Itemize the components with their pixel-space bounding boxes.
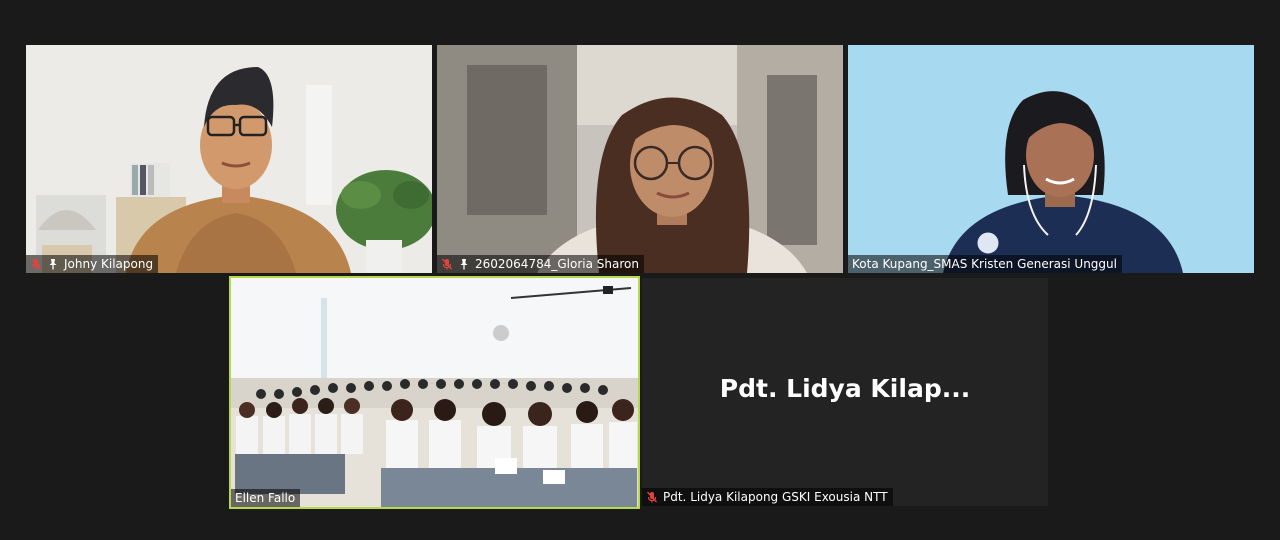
video-feed: [26, 45, 432, 273]
participant-name: Pdt. Lidya Kilapong GSKI Exousia NTT: [663, 490, 888, 504]
pin-icon: [47, 258, 59, 270]
video-feed: [848, 45, 1254, 273]
participant-name: Ellen Fallo: [235, 491, 296, 505]
participant-name-tag: Johny Kilapong: [26, 255, 159, 273]
video-feed: [231, 278, 638, 507]
video-feed: [437, 45, 843, 273]
video-tile-ellen-fallo-active-speaker[interactable]: Ellen Fallo: [229, 276, 640, 509]
participant-display-name: Pdt. Lidya Kilap...: [719, 374, 971, 403]
microphone-muted-icon: [30, 258, 42, 270]
video-tile-johny[interactable]: Johny Kilapong: [26, 45, 432, 273]
participant-name: 2602064784_Gloria Sharon: [475, 257, 639, 271]
video-tile-kota-kupang[interactable]: Kota Kupang_SMAS Kristen Generasi Unggul: [848, 45, 1254, 273]
participant-name-tag: 2602064784_Gloria Sharon: [437, 255, 644, 273]
microphone-muted-icon: [646, 491, 658, 503]
microphone-muted-icon: [441, 258, 453, 270]
participant-name-tag: Pdt. Lidya Kilapong GSKI Exousia NTT: [642, 488, 893, 506]
participant-name-tag: Ellen Fallo: [231, 489, 301, 507]
video-tile-gloria[interactable]: 2602064784_Gloria Sharon: [437, 45, 843, 273]
pin-icon: [458, 258, 470, 270]
participant-name: Kota Kupang_SMAS Kristen Generasi Unggul: [852, 257, 1117, 271]
participant-name: Johny Kilapong: [64, 257, 154, 271]
participant-name-tag: Kota Kupang_SMAS Kristen Generasi Unggul: [848, 255, 1122, 273]
video-tile-lidya-kilapong-video-off[interactable]: Pdt. Lidya Kilap... Pdt. Lidya Kilapong …: [642, 278, 1048, 506]
